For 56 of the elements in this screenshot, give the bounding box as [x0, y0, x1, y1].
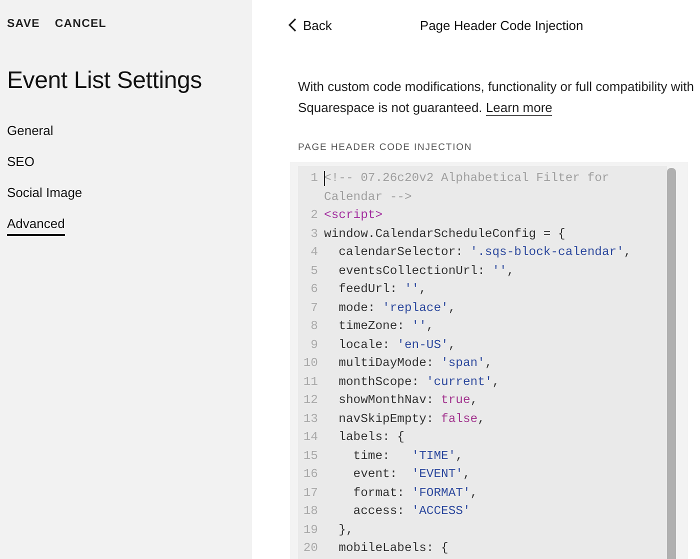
code-line: <!-- 07.26c20v2 Alphabetical Filter for Calendar --> — [324, 170, 610, 206]
line-number: 12 — [302, 392, 319, 409]
line-number: 15 — [302, 448, 319, 464]
line-number: 10 — [302, 355, 319, 372]
code-line: }, — [338, 522, 354, 538]
code-line: calendarSelector: '.sqs-block-calendar', — [338, 244, 632, 261]
text-cursor-icon — [324, 171, 325, 186]
code-line: monthScope: 'current', — [338, 374, 501, 390]
line-number: 2 — [310, 207, 319, 224]
code-editor[interactable] — [290, 162, 688, 559]
code-line: access: 'ACCESS' — [352, 503, 472, 520]
code-line: eventsCollectionUrl: '', — [338, 262, 516, 280]
nav-item[interactable]: General — [7, 123, 54, 143]
code-line: showMonthNav: true, — [338, 392, 479, 409]
code-line: event: 'EVENT', — [352, 466, 472, 483]
code-line: window.CalendarScheduleConfig = { — [324, 226, 566, 242]
line-number: 20 — [302, 540, 319, 557]
code-line: feedUrl: '', — [338, 281, 428, 298]
code-line: <script> — [324, 207, 384, 224]
line-number: 8 — [310, 318, 319, 335]
line-number: 14 — [302, 429, 319, 446]
line-number: 16 — [302, 466, 319, 483]
code-line: format: 'FORMAT', — [352, 484, 479, 502]
action-button[interactable]: CANCEL — [54, 18, 106, 30]
line-number: 7 — [310, 300, 319, 316]
notice-text: With custom code modifications, functionality or full compatibility with Squarespace is not guaranteed. Learn more — [298, 78, 695, 118]
settings-title: Event List Settings — [7, 67, 203, 95]
line-number: 1 — [310, 170, 319, 187]
nav-item[interactable]: Advanced — [7, 216, 65, 236]
panel-title: Page Header Code Injection — [420, 18, 584, 32]
code-line: mode: 'replace', — [338, 300, 457, 316]
line-number: 9 — [310, 336, 319, 354]
code-line: time: 'TIME', — [352, 448, 464, 464]
chevron-left-icon — [288, 18, 297, 32]
line-number: 11 — [302, 374, 319, 390]
line-number: 17 — [302, 484, 319, 502]
line-number: 6 — [310, 281, 319, 298]
code-line: multiDayMode: 'span', — [338, 355, 494, 372]
nav-item[interactable]: SEO — [7, 154, 34, 174]
nav-item[interactable]: Social Image — [7, 185, 82, 205]
line-number: 13 — [302, 410, 319, 428]
code-line: timeZone: '', — [338, 318, 435, 335]
line-number: 19 — [302, 522, 319, 538]
code-line: labels: { — [338, 429, 406, 446]
code-line: navSkipEmpty: false, — [338, 410, 486, 428]
line-number: 3 — [310, 226, 319, 242]
code-line: locale: 'en-US', — [338, 336, 457, 354]
field-label: PAGE HEADER CODE INJECTION — [298, 142, 474, 153]
line-number: 5 — [310, 262, 319, 280]
action-button[interactable]: SAVE — [7, 18, 40, 30]
scrollbar[interactable] — [667, 168, 676, 559]
learn-more-link[interactable]: Learn more — [486, 100, 552, 116]
line-number: 4 — [310, 244, 319, 261]
line-number: 18 — [302, 503, 319, 520]
back-button[interactable]: Back — [288, 18, 332, 32]
code-line: mobileLabels: { — [338, 540, 450, 557]
